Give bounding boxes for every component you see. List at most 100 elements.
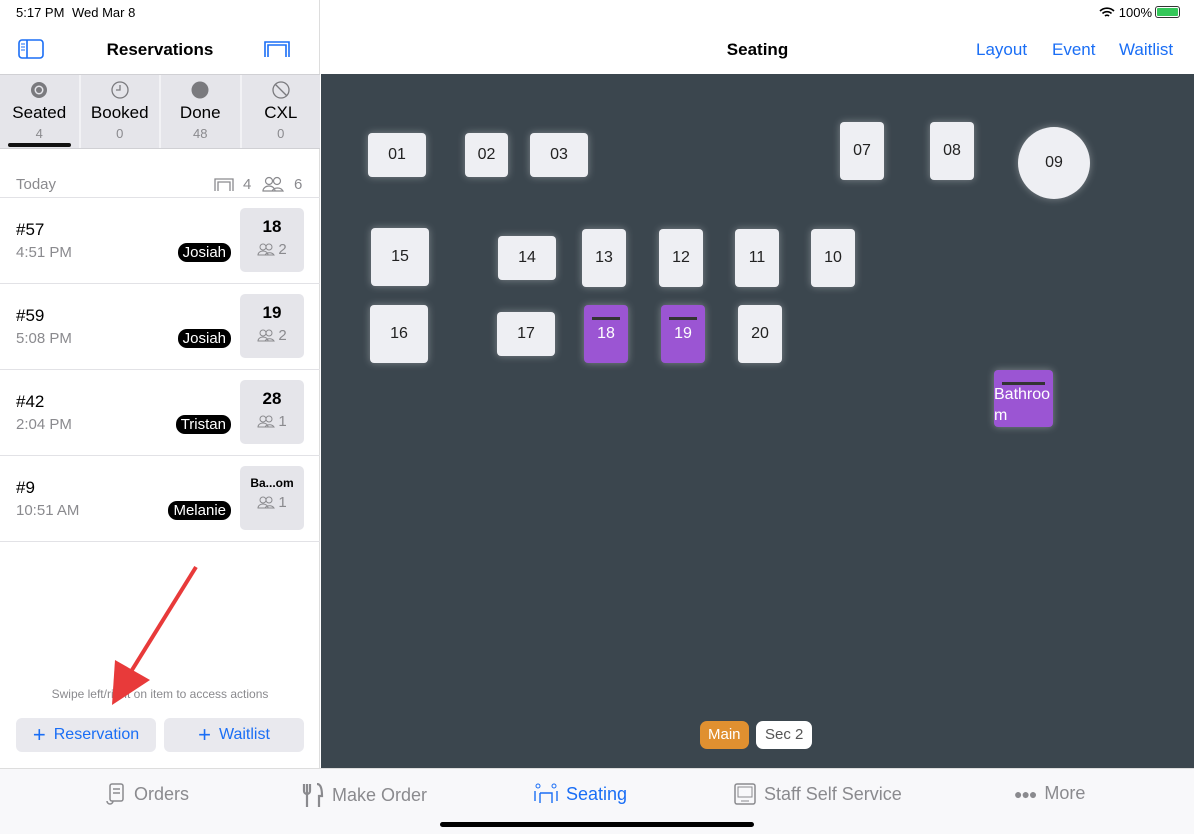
table-badge: 28 1 [240, 380, 304, 444]
kiosk-icon [734, 783, 756, 805]
event-link[interactable]: Event [1052, 40, 1095, 60]
table-14[interactable]: 14 [498, 236, 556, 280]
table-name: 18 [262, 217, 282, 236]
table-08[interactable]: 08 [930, 122, 974, 180]
segment-label: Booked [90, 103, 149, 122]
tab-make-order[interactable]: Make Order [302, 783, 427, 807]
table-17[interactable]: 17 [497, 312, 555, 356]
guests-icon [262, 176, 284, 192]
table-19[interactable]: 19 [661, 305, 705, 363]
table-count: 4 [243, 176, 252, 193]
table-10[interactable]: 10 [811, 229, 855, 287]
section-label: Today [16, 176, 57, 193]
table-11[interactable]: 11 [735, 229, 779, 287]
table-bathroom[interactable]: Bathroom [994, 370, 1053, 427]
server-badge: Josiah [177, 329, 231, 348]
table-03[interactable]: 03 [530, 133, 588, 177]
reservation-time: 2:04 PM [16, 416, 72, 433]
floor-plan: 01 02 03 07 08 09 15 14 13 12 11 10 16 17 18 19 20 Bathro… [321, 74, 1194, 768]
guest-count: 2 [278, 241, 287, 258]
home-indicator [440, 822, 754, 827]
waitlist-link[interactable]: Waitlist [1119, 40, 1173, 60]
reservation-number: #57 [16, 220, 45, 239]
section-header: Today 4 6 [0, 149, 320, 198]
section-main-tab[interactable]: Main [700, 721, 749, 749]
slashed-circle-icon [272, 81, 290, 99]
button-label: Waitlist [218, 726, 270, 743]
segment-label: CXL [264, 103, 298, 122]
guest-count: 1 [278, 413, 287, 430]
guests-icon [257, 243, 276, 256]
reservation-row[interactable]: #9 10:51 AM Melanie Ba...om 1 [0, 456, 320, 542]
table-02[interactable]: 02 [465, 133, 508, 177]
layout-link[interactable]: Layout [976, 40, 1027, 60]
clock-icon [111, 81, 129, 99]
table-09[interactable]: 09 [1018, 127, 1090, 199]
seating-icon [534, 783, 558, 803]
table-13[interactable]: 13 [582, 229, 626, 287]
segment-label: Seated [12, 103, 67, 122]
target-circle-icon [31, 82, 48, 98]
battery-percent: 100% [1118, 5, 1152, 20]
swipe-hint: Swipe left/right on item to access actio… [51, 687, 269, 701]
table-01[interactable]: 01 [368, 133, 426, 177]
table-name: 19 [262, 303, 282, 322]
segment-count: 48 [193, 126, 208, 141]
segment-count: 0 [277, 126, 285, 141]
status-right: 100% [1099, 5, 1152, 20]
segment-count: 0 [116, 126, 124, 141]
table-badge: 18 2 [240, 208, 304, 272]
segment-booked[interactable]: Booked 0 [81, 75, 161, 148]
table-badge: Ba...om 1 [240, 466, 304, 530]
table-name: 28 [262, 389, 282, 408]
segment-seated[interactable]: Seated 4 [0, 75, 81, 148]
reservation-row[interactable]: #42 2:04 PM Tristan 28 1 [0, 370, 320, 456]
add-waitlist-button[interactable]: + Waitlist [164, 718, 304, 752]
tab-more[interactable]: ●●● More [1014, 783, 1085, 804]
guests-icon [257, 415, 276, 428]
tab-seating[interactable]: Seating [534, 783, 627, 805]
table-name: Ba...om [250, 476, 294, 490]
battery-icon [1155, 6, 1180, 18]
server-badge: Tristan [175, 415, 231, 434]
tab-label: Seating [566, 783, 628, 804]
fork-knife-icon [302, 783, 324, 807]
filled-circle-icon [191, 81, 209, 99]
guest-count: 2 [278, 327, 287, 344]
section-sec2-tab[interactable]: Sec 2 [756, 721, 813, 749]
segment-count: 4 [35, 126, 43, 141]
segment-label: Done [179, 103, 221, 122]
server-badge: Melanie [168, 501, 231, 520]
tab-label: Staff Self Service [764, 783, 902, 804]
table-12[interactable]: 12 [659, 229, 703, 287]
table-20[interactable]: 20 [738, 305, 782, 363]
reservation-row[interactable]: #59 5:08 PM Josiah 19 2 [0, 284, 320, 370]
table-16[interactable]: 16 [370, 305, 428, 363]
reservation-number: #9 [16, 478, 35, 497]
guests-icon [257, 329, 276, 342]
status-time: 5:17 PM [16, 5, 65, 20]
guest-count: 6 [294, 176, 303, 193]
table-07[interactable]: 07 [840, 122, 884, 180]
button-label: Reservation [53, 726, 140, 743]
tab-label: Make Order [332, 784, 428, 805]
segment-done[interactable]: Done 48 [161, 75, 242, 148]
reservation-row[interactable]: #57 4:51 PM Josiah 18 2 [0, 198, 320, 284]
table-badge: 19 2 [240, 294, 304, 358]
tab-bar: Orders Make Order Seating Staff Self Ser… [0, 768, 1194, 834]
reservation-number: #42 [16, 392, 45, 411]
receipt-icon [106, 783, 124, 805]
reservation-time: 4:51 PM [16, 244, 72, 261]
status-date: Wed Mar 8 [72, 5, 136, 20]
table-15[interactable]: 15 [371, 228, 429, 286]
segment-cxl[interactable]: CXL 0 [242, 75, 321, 148]
status-segments: Seated 4 Booked 0 Done 48 CXL 0 [0, 74, 320, 149]
add-reservation-button[interactable]: + Reservation [16, 718, 156, 752]
active-indicator [8, 143, 71, 147]
table-18[interactable]: 18 [584, 305, 628, 363]
tab-orders[interactable]: Orders [106, 783, 189, 805]
table-icon[interactable] [264, 40, 290, 58]
reservation-time: 5:08 PM [16, 330, 72, 347]
reservation-time: 10:51 AM [16, 502, 80, 519]
tab-staff-self-service[interactable]: Staff Self Service [734, 783, 902, 805]
